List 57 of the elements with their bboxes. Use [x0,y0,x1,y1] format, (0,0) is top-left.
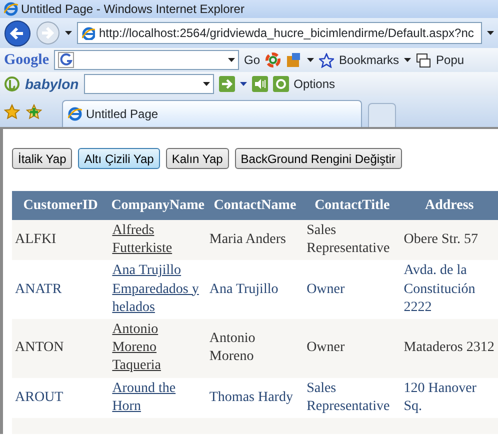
babylon-icon [4,76,20,92]
browser-icon [4,2,18,16]
tab-title: Untitled Page [86,106,158,123]
translate-field[interactable] [84,74,214,94]
arrow-icon[interactable] [218,76,235,92]
browser-icon [68,107,82,121]
window-title: Untitled Page - Windows Internet Explorer [21,1,244,18]
address-bar[interactable]: http://localhost:2564/gridviewda_hucre_bicimlendirme/Default.aspx?nc [77,22,482,44]
company-link[interactable]: Around the Horn [112,380,204,416]
caret-icon[interactable] [404,58,412,62]
caret-icon[interactable] [487,31,494,35]
add-favorite-icon[interactable] [26,104,42,120]
caret-icon[interactable] [65,31,72,35]
table-cell: 120 Hanover Sq. [400,378,498,418]
table-cell: Maria Anders [206,220,304,260]
form-button[interactable]: Kalın Yap [166,148,229,169]
table-cell: ANTON [12,318,110,378]
table-cell: Owner [304,318,401,378]
column-header: Address [400,191,498,220]
form-button[interactable]: BackGround Rengini Değiştir [234,148,402,169]
popup-icon[interactable] [416,52,432,68]
speaker-icon[interactable] [252,76,268,92]
swirl-icon[interactable] [265,52,282,68]
caret-icon[interactable] [307,58,314,62]
column-header: ContactTitle [304,191,401,220]
page-icon [82,26,95,40]
options-button[interactable]: Options [294,75,336,93]
column-header: ContactName [206,191,304,220]
search-field[interactable] [54,50,239,70]
table-cell: AROUT [12,378,110,418]
back-icon[interactable] [4,20,31,46]
form-button[interactable]: Altı Çizili Yap [78,148,160,169]
table-cell: Sales Representative [304,220,401,260]
caret-icon[interactable] [240,82,247,86]
column-header: CustomerID [12,191,110,220]
go-button[interactable]: Go [244,51,260,69]
browser-tab[interactable]: Untitled Page [62,100,362,127]
table-cell: Thomas Hardy [206,378,304,418]
caret-icon[interactable] [228,58,235,62]
column-header: CompanyName [109,191,206,220]
table-cell: Mataderos 2312 [400,318,498,378]
babylon-logo: babylon [25,74,79,94]
star-icon[interactable] [319,52,334,68]
caret-icon[interactable] [202,82,210,86]
company-link[interactable]: Ana Trujillo Emparedados y helados [112,262,204,317]
forward-icon[interactable] [36,21,60,45]
url-text: http://localhost:2564/gridviewda_hucre_bicimlendirme/Default.aspx?nc [99,25,474,42]
favorites-star-icon[interactable] [4,104,20,120]
table-cell: Sales Representative [304,378,401,418]
bookmarks-menu[interactable]: Bookmarks [339,51,400,69]
popup-blocker[interactable]: Popu [436,51,464,69]
google-icon [58,52,74,68]
table-cell: Obere Str. 57 [400,220,498,260]
table-cell: ALFKI [12,220,110,260]
form-button[interactable]: İtalik Yap [12,148,72,169]
google-logo: Google [4,50,49,70]
table-cell: Antonio Moreno [206,318,304,378]
